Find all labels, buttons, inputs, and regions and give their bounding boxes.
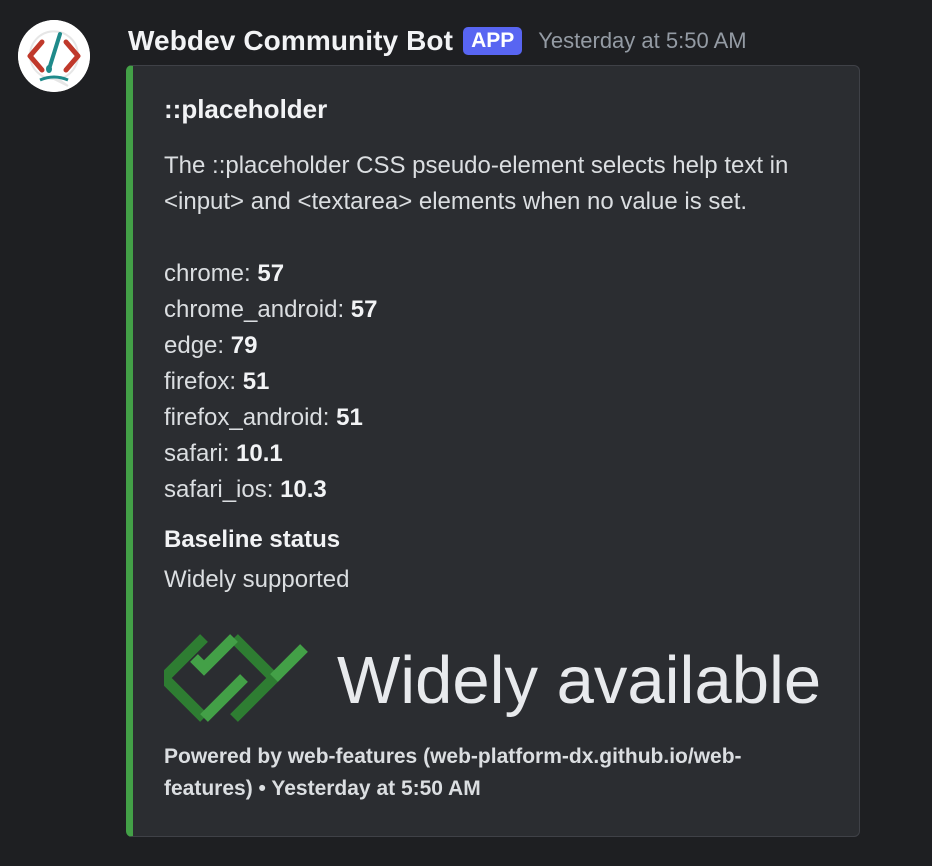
compat-browser: safari (164, 440, 223, 467)
compat-row-firefox: firefox: 51 (164, 368, 270, 395)
webdev-logo-icon (18, 20, 90, 92)
compat-row-safari-ios: safari_ios: 10.3 (164, 476, 327, 503)
compat-version: 57 (257, 260, 285, 287)
message-timestamp[interactable]: Yesterday at 5:50 AM (538, 28, 746, 54)
baseline-check-icon (156, 634, 308, 722)
footer-timestamp: Yesterday at 5:50 AM (271, 777, 481, 800)
embed-footer: Powered by web-features (web-platform-dx… (164, 741, 804, 805)
baseline-widely-available-image: Widely available (156, 634, 821, 722)
compat-browser: firefox (164, 368, 230, 395)
app-badge: APP (463, 27, 523, 55)
compat-browser: firefox_android (164, 404, 323, 431)
compat-row-edge: edge: 79 (164, 332, 258, 359)
message-header: Webdev Community Bot APP Yesterday at 5:… (128, 21, 747, 61)
browser-compat-list: chrome: 57 chrome_android: 57 edge: 79 f… (164, 256, 377, 508)
author-name[interactable]: Webdev Community Bot (128, 25, 453, 57)
compat-browser: chrome (164, 260, 245, 287)
compat-browser: edge (164, 332, 218, 359)
compat-row-chrome-android: chrome_android: 57 (164, 296, 378, 323)
author-avatar[interactable] (18, 20, 90, 92)
compat-version: 51 (242, 368, 270, 395)
compat-version: 57 (350, 296, 378, 323)
embed-card: ::placeholder The ::placeholder CSS pseu… (126, 65, 860, 837)
compat-version: 51 (336, 404, 363, 431)
compat-version: 79 (230, 332, 258, 359)
baseline-image-text: Widely available (337, 643, 821, 718)
baseline-badge-image[interactable]: Widely available (156, 634, 834, 724)
baseline-field-value: Widely supported (164, 566, 350, 593)
compat-browser: chrome_android (164, 296, 338, 323)
baseline-field-name: Baseline status (164, 526, 341, 553)
embed-title: ::placeholder (164, 94, 328, 124)
compat-row-chrome: chrome: 57 (164, 260, 285, 287)
compat-browser: safari_ios (164, 476, 267, 503)
embed-description: The ::placeholder CSS pseudo-element sel… (164, 152, 789, 215)
compat-version: 10.3 (280, 476, 327, 503)
compat-row-firefox-android: firefox_android: 51 (164, 404, 363, 431)
footer-separator: • (258, 777, 266, 800)
compat-row-safari: safari: 10.1 (164, 440, 283, 467)
compat-version: 10.1 (236, 440, 283, 467)
